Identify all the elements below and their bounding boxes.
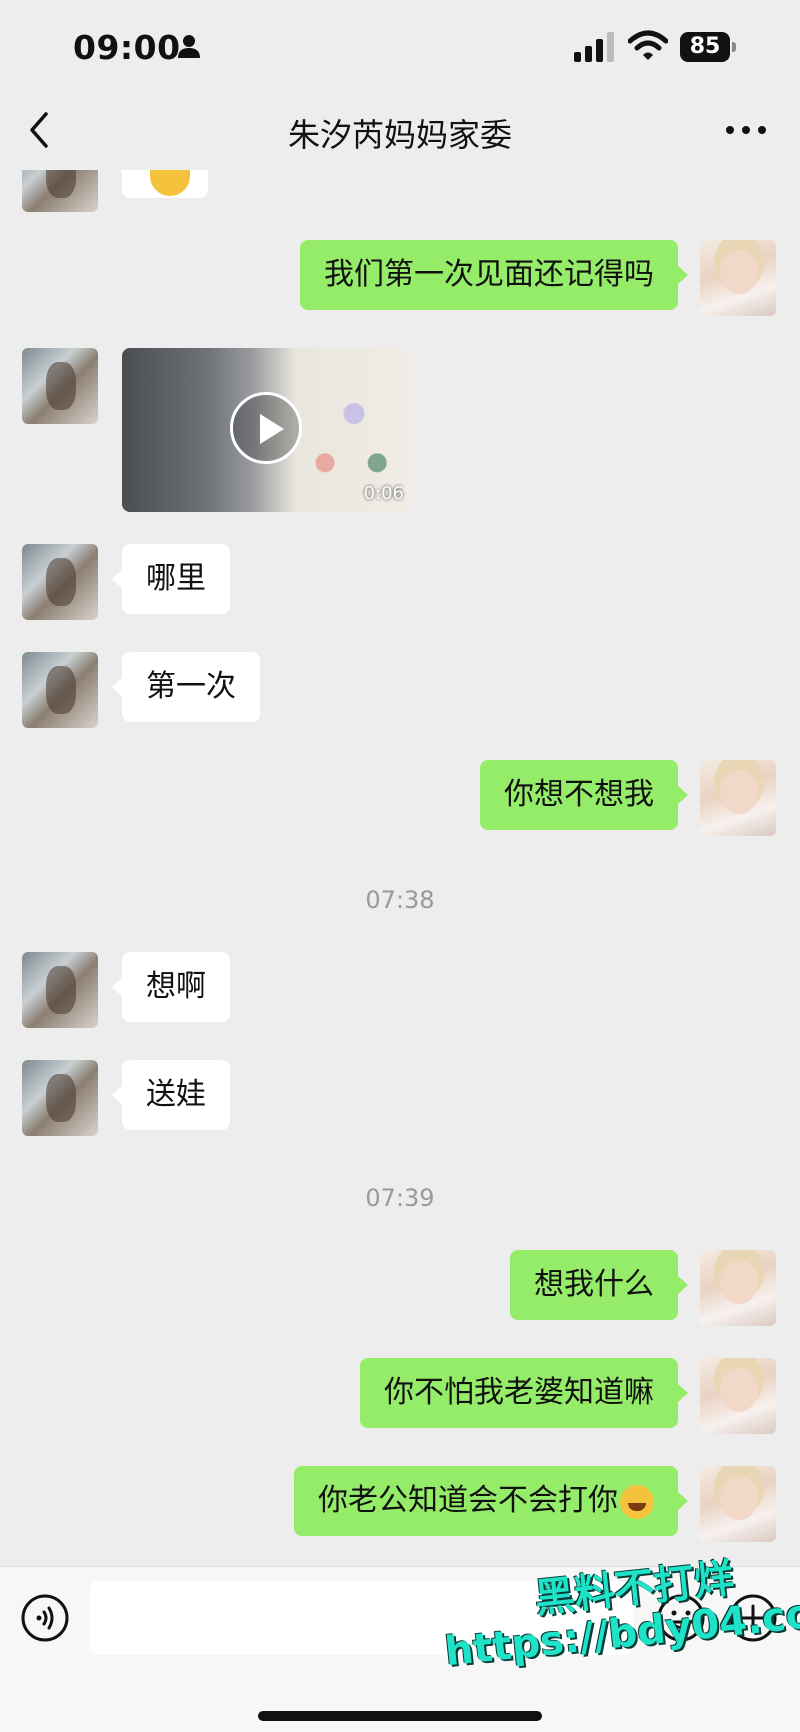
chat-timestamp: 07:39 [365,1184,435,1212]
message-bubble-partial[interactable] [112,170,208,198]
message-input[interactable] [90,1581,634,1655]
message-bubble-sent[interactable]: 你想不想我 [480,760,688,830]
message-bubble-received[interactable]: 哪里 [112,544,230,614]
contact-avatar[interactable] [22,170,98,212]
chat-history[interactable]: 我们第一次见面还记得吗 0:06 哪里 第一次 你想不想我 07:38 想啊 送… [0,170,800,1566]
status-time: 09:00 [73,28,181,67]
contact-avatar[interactable] [22,652,98,728]
status-bar: 09:00 85 [0,0,800,96]
contact-avatar[interactable] [22,1060,98,1136]
sweat-smile-emoji-icon [620,1484,654,1519]
battery-indicator: 85 [680,32,736,62]
my-avatar[interactable] [700,240,776,316]
wifi-icon [628,30,668,60]
contact-avatar[interactable] [22,952,98,1028]
signal-icon [574,32,614,62]
message-bubble-sent[interactable]: 你不怕我老婆知道嘛 [360,1358,688,1428]
video-duration: 0:06 [363,483,404,504]
my-avatar[interactable] [700,760,776,836]
input-bar [0,1566,800,1732]
message-bubble-received[interactable]: 第一次 [112,652,260,722]
video-message[interactable]: 0:06 [122,348,412,512]
my-avatar[interactable] [700,1358,776,1434]
chat-timestamp: 07:38 [365,886,435,914]
message-bubble-sent[interactable]: 想我什么 [510,1250,688,1320]
message-bubble-sent[interactable]: 我们第一次见面还记得吗 [300,240,688,310]
chat-title: 朱汐芮妈妈家委 [287,116,512,154]
message-bubble-received[interactable]: 送娃 [112,1060,230,1130]
message-bubble-sent[interactable]: 你老公知道会不会打你 [294,1466,688,1536]
message-bubble-received[interactable]: 想啊 [112,952,230,1022]
my-avatar[interactable] [700,1250,776,1326]
my-avatar[interactable] [700,1466,776,1542]
more-actions-plus-icon[interactable] [728,1593,778,1643]
home-indicator [258,1711,542,1721]
nav-bar: 朱汐芮妈妈家委 [0,96,800,170]
more-options-icon[interactable] [724,122,768,138]
battery-level: 85 [680,32,730,62]
person-icon [178,35,200,58]
contact-avatar[interactable] [22,544,98,620]
contact-avatar[interactable] [22,348,98,424]
emoji-partial-icon [150,170,190,196]
voice-input-icon[interactable] [20,1593,70,1643]
back-chevron-icon[interactable] [24,110,54,150]
battery-cap [732,42,736,52]
play-icon[interactable] [230,392,302,464]
emoji-picker-icon[interactable] [656,1593,706,1643]
message-text: 你老公知道会不会打你 [318,1483,618,1518]
